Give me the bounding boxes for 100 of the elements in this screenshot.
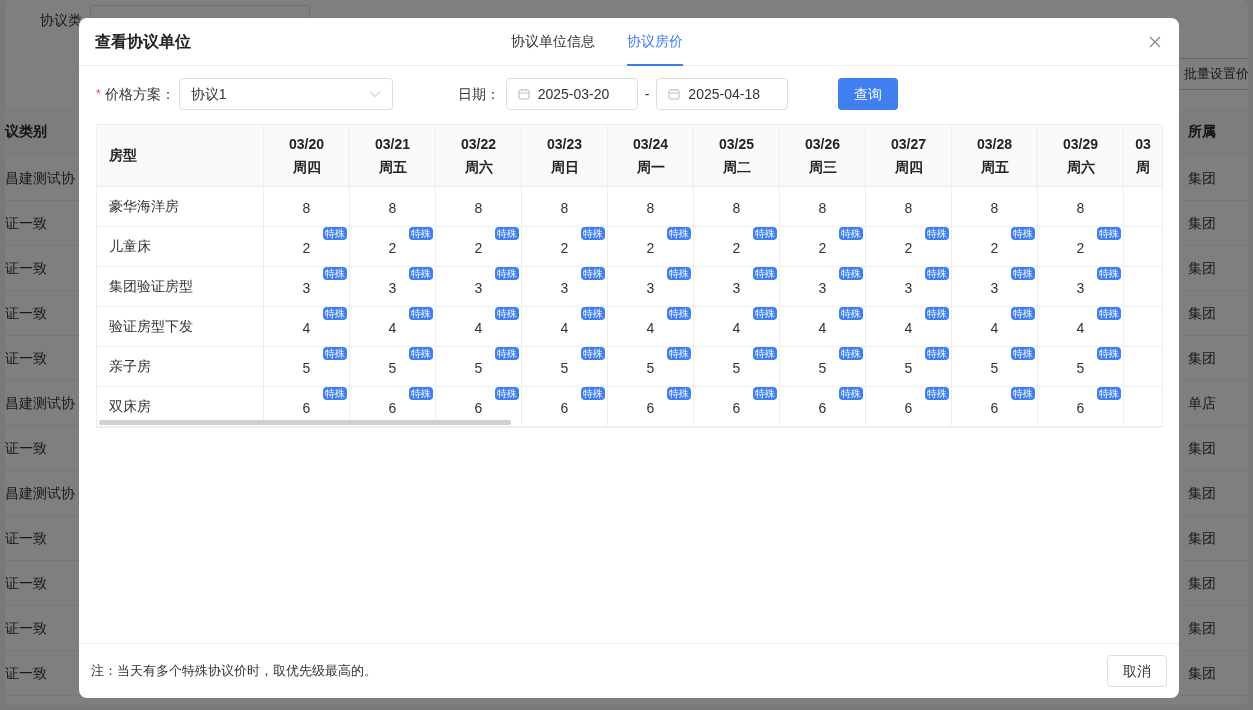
special-badge: 特殊 xyxy=(839,227,863,240)
chevron-down-icon xyxy=(368,90,381,98)
special-badge: 特殊 xyxy=(1011,267,1035,280)
special-badge: 特殊 xyxy=(753,307,777,320)
date-header: 03/22 xyxy=(460,134,496,154)
start-date-field[interactable]: 2025-03-20 xyxy=(505,78,638,110)
price-cell-text: 4 xyxy=(474,319,483,338)
price-plan-select[interactable]: 协议1 xyxy=(178,78,393,110)
date-header: 03/20 xyxy=(288,134,324,154)
price-cell-text: 6 xyxy=(1076,399,1085,418)
price-cell-text: 3 xyxy=(904,279,913,298)
special-badge: 特殊 xyxy=(839,347,863,360)
weekday-header: 周四 xyxy=(292,157,321,177)
price-cell-text: 2 xyxy=(560,239,569,258)
special-badge: 特殊 xyxy=(667,227,691,240)
weekday-header: 周日 xyxy=(550,157,579,177)
table-cell-text: 集团 xyxy=(1188,618,1216,638)
cancel-button[interactable]: 取消 xyxy=(1107,655,1167,687)
price-cell-text: 2 xyxy=(818,239,827,258)
scrollbar[interactable] xyxy=(99,420,511,425)
table-cell-text: 集团 xyxy=(1188,438,1216,458)
tab[interactable]: 协议单位信息 xyxy=(511,18,595,66)
table-cell-text: 证一致 xyxy=(5,213,47,233)
special-badge: 特殊 xyxy=(323,347,347,360)
special-badge: 特殊 xyxy=(495,227,519,240)
special-badge: 特殊 xyxy=(839,387,863,400)
price-cell-text: 4 xyxy=(732,319,741,338)
special-badge: 特殊 xyxy=(409,387,433,400)
special-badge: 特殊 xyxy=(1097,307,1121,320)
weekday-header: 周三 xyxy=(808,157,837,177)
table-cell-text: 昌建测试协 xyxy=(5,483,75,503)
table-cell-text: 昌建测试协 xyxy=(5,168,75,188)
dialog-title: 查看协议单位 xyxy=(95,31,191,52)
special-badge: 特殊 xyxy=(753,387,777,400)
price-cell-text: 6 xyxy=(388,399,397,418)
special-badge: 特殊 xyxy=(323,267,347,280)
table-cell-text: 证一致 xyxy=(5,573,47,593)
price-cell-text: 6 xyxy=(818,399,827,418)
special-badge: 特殊 xyxy=(495,267,519,280)
calendar-icon xyxy=(668,88,681,100)
special-badge: 特殊 xyxy=(581,387,605,400)
weekday-header: 周一 xyxy=(636,157,665,177)
price-cell-text: 5 xyxy=(560,359,569,378)
special-badge: 特殊 xyxy=(1097,347,1121,360)
table-cell-text: 集团 xyxy=(1188,663,1216,683)
price-cell-text: 8 xyxy=(990,199,999,218)
special-badge: 特殊 xyxy=(667,387,691,400)
price-cell-text: 4 xyxy=(818,319,827,338)
special-badge: 特殊 xyxy=(581,267,605,280)
query-button[interactable]: 查询 xyxy=(838,78,899,110)
price-cell-text: 5 xyxy=(302,359,311,378)
price-cell-text: 8 xyxy=(732,199,741,218)
price-cell-text: 2 xyxy=(646,239,655,258)
special-badge: 特殊 xyxy=(323,227,347,240)
date-header: 03/25 xyxy=(718,134,754,154)
special-badge: 特殊 xyxy=(1011,347,1035,360)
price-cell-text: 3 xyxy=(1076,279,1085,298)
special-badge: 特殊 xyxy=(495,347,519,360)
special-badge: 特殊 xyxy=(925,307,949,320)
table-cell-text: 集团 xyxy=(1188,303,1216,323)
price-cell-text: 2 xyxy=(1076,239,1085,258)
table-cell-text: 单店 xyxy=(1188,393,1216,413)
special-badge: 特殊 xyxy=(581,227,605,240)
date-header: 03/23 xyxy=(546,134,582,154)
column-header: 议类别 xyxy=(5,122,47,141)
price-cell-text: 2 xyxy=(474,239,483,258)
table-cell-text: 证一致 xyxy=(5,438,47,458)
price-cell-text: 8 xyxy=(818,199,827,218)
special-badge: 特殊 xyxy=(667,307,691,320)
filter-label: 协议类 xyxy=(40,10,82,30)
end-date-field[interactable]: 2025-04-18 xyxy=(656,78,789,110)
price-cell-text: 5 xyxy=(1076,359,1085,378)
price-cell-text: 3 xyxy=(388,279,397,298)
table-cell-text: 证一致 xyxy=(5,528,47,548)
price-cell-text: 6 xyxy=(646,399,655,418)
price-cell-text: 6 xyxy=(990,399,999,418)
price-cell-text: 3 xyxy=(646,279,655,298)
special-badge: 特殊 xyxy=(925,387,949,400)
table-cell-text: 集团 xyxy=(1188,258,1216,278)
price-cell-text: 4 xyxy=(388,319,397,338)
room-type-cell-text: 儿童床 xyxy=(109,237,151,256)
price-cell-text: 8 xyxy=(560,199,569,218)
price-cell-text: 4 xyxy=(646,319,655,338)
price-cell-text: 3 xyxy=(302,279,311,298)
special-badge: 特殊 xyxy=(753,347,777,360)
special-badge: 特殊 xyxy=(1011,387,1035,400)
special-badge: 特殊 xyxy=(839,267,863,280)
price-cell-text: 8 xyxy=(474,199,483,218)
room-type-cell-text: 亲子房 xyxy=(109,357,151,376)
price-cell-text: 5 xyxy=(646,359,655,378)
date-header: 03/24 xyxy=(632,134,668,154)
special-badge: 特殊 xyxy=(1097,227,1121,240)
special-badge: 特殊 xyxy=(925,267,949,280)
price-cell-text: 8 xyxy=(1076,199,1085,218)
footer-note: 注：当天有多个特殊协议价时，取优先级最高的。 xyxy=(91,662,377,681)
special-badge: 特殊 xyxy=(581,347,605,360)
price-cell-text: 5 xyxy=(818,359,827,378)
date-header: 03/27 xyxy=(890,134,926,154)
date-header: 03/21 xyxy=(374,134,410,154)
tab[interactable]: 协议房价 xyxy=(627,18,683,66)
